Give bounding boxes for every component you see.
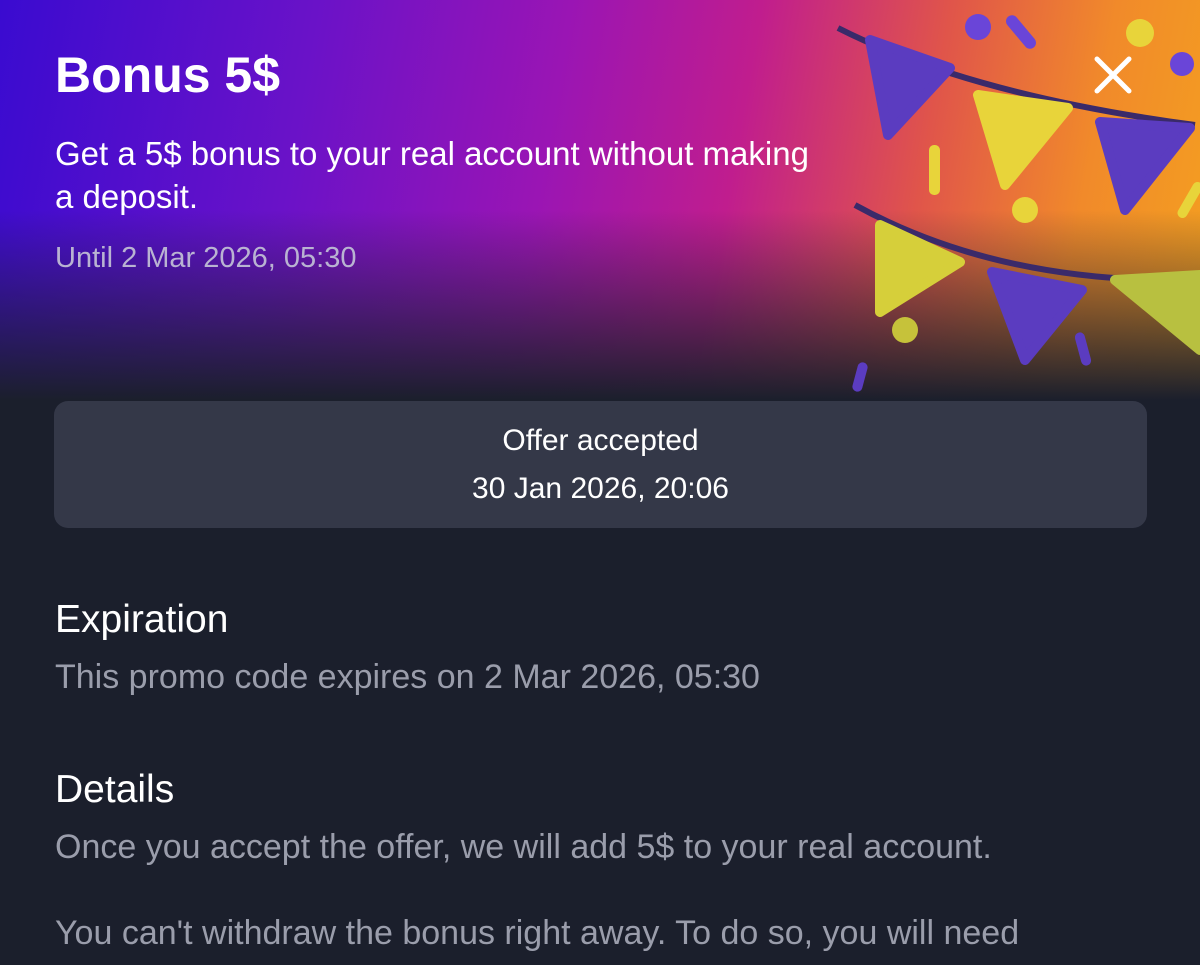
close-button[interactable] (1088, 50, 1138, 100)
details-heading: Details (55, 768, 175, 811)
promo-banner: Bonus 5$ Get a 5$ bonus to your real acc… (0, 0, 1200, 400)
party-garland-illustration (836, 14, 1200, 392)
promo-description: Get a 5$ bonus to your real account with… (55, 135, 809, 215)
offer-status-card: Offer accepted 30 Jan 2026, 20:06 (54, 401, 1147, 528)
details-text-1: Once you accept the offer, we will add 5… (55, 828, 992, 866)
expiration-heading: Expiration (55, 598, 229, 641)
close-icon (1094, 56, 1132, 94)
offer-accepted-date: 30 Jan 2026, 20:06 (472, 471, 729, 505)
promo-deadline: Until 2 Mar 2026, 05:30 (55, 242, 357, 274)
offer-status-label: Offer accepted (502, 423, 699, 457)
page-title: Bonus 5$ (55, 47, 281, 103)
expiration-text: This promo code expires on 2 Mar 2026, 0… (55, 658, 760, 696)
details-text-2: You can't withdraw the bonus right away.… (55, 914, 1020, 952)
